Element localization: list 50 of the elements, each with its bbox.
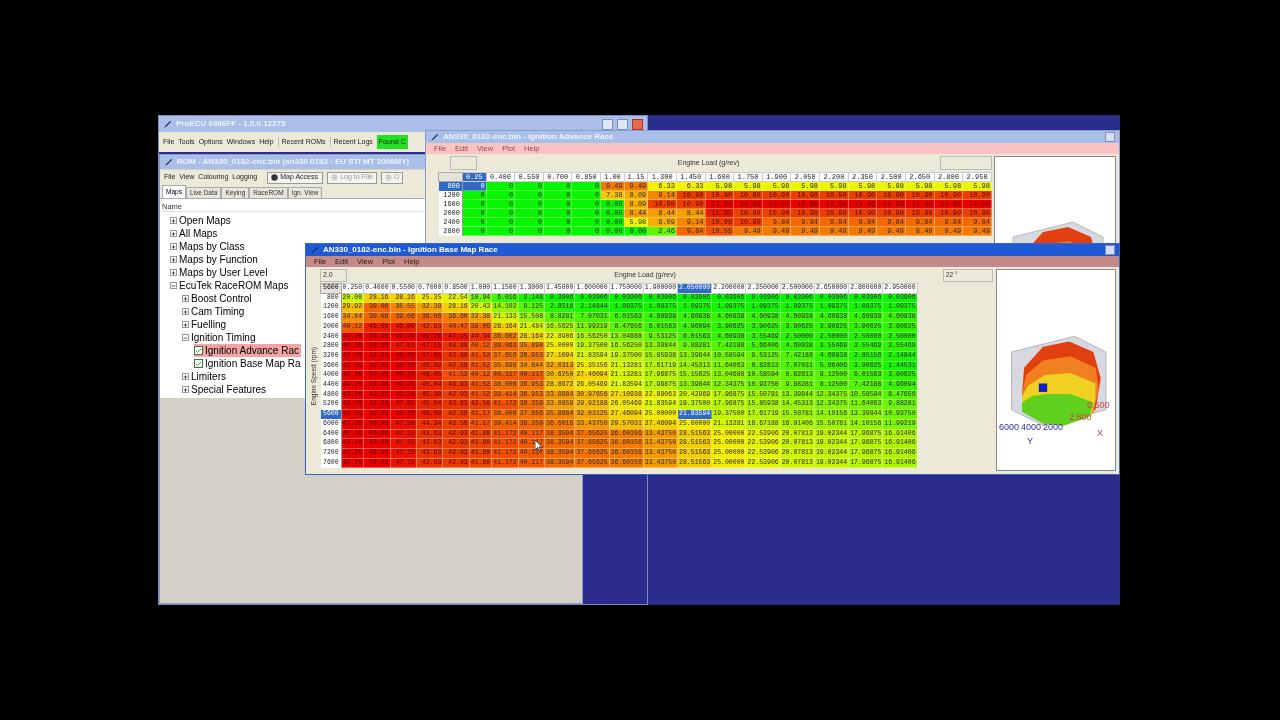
expand-icon[interactable] bbox=[182, 386, 189, 393]
maximize-button[interactable] bbox=[617, 118, 628, 130]
window-title: ProECU 6986FF - 1.0.0.12275 bbox=[176, 118, 286, 130]
axis-title: X bbox=[1097, 428, 1103, 438]
checkbox[interactable] bbox=[194, 346, 203, 355]
pen-icon bbox=[310, 245, 319, 255]
expand-icon[interactable] bbox=[182, 373, 189, 380]
input-field[interactable] bbox=[450, 156, 477, 170]
expand-icon[interactable] bbox=[170, 269, 177, 276]
input-field[interactable] bbox=[940, 156, 992, 170]
tree-item[interactable]: Maps by User Level bbox=[170, 266, 270, 279]
corner-cell bbox=[438, 172, 463, 182]
pen-icon bbox=[430, 132, 439, 142]
tree-item[interactable]: Boost Control bbox=[182, 292, 254, 305]
tree-item[interactable]: Maps by Class bbox=[170, 240, 247, 253]
axis-tick-label: 2000 bbox=[1043, 422, 1064, 432]
gear-icon bbox=[331, 174, 339, 181]
tree-item[interactable]: Ignition Timing bbox=[182, 331, 258, 344]
collapse-icon[interactable] bbox=[170, 282, 177, 289]
minimize-button[interactable] bbox=[602, 118, 613, 130]
expand-icon[interactable] bbox=[170, 243, 177, 250]
window-title: ROM - AN330_0182-enc.bin (an330 0182 - EU STI MT 2008MY) bbox=[177, 156, 410, 168]
expand-icon[interactable] bbox=[182, 321, 189, 328]
checkbox[interactable] bbox=[194, 359, 203, 368]
pen-icon bbox=[163, 119, 172, 129]
expand-icon[interactable] bbox=[170, 217, 177, 224]
collapse-icon[interactable] bbox=[182, 334, 189, 341]
tree-item[interactable]: Maps by Function bbox=[170, 253, 260, 266]
record-icon bbox=[271, 174, 279, 181]
axis-tick-label: 4000 bbox=[1021, 422, 1042, 432]
tree-item[interactable]: Special Features bbox=[182, 383, 269, 396]
expand-icon[interactable] bbox=[182, 295, 189, 302]
close-button[interactable] bbox=[632, 118, 643, 130]
tree-item[interactable]: Open Maps bbox=[170, 214, 233, 227]
window-title: AN330_0182-enc.bin - Ignition Base Map Race bbox=[323, 244, 498, 256]
axis-tick-label: 6000 bbox=[999, 422, 1020, 432]
window-title: AN330_0182-enc.bin - Ignition Advance Race bbox=[443, 131, 614, 143]
tree-item[interactable]: Fuelling bbox=[182, 318, 229, 331]
tree-item[interactable]: Ignition Base Map Ra bbox=[194, 357, 303, 370]
pen-icon bbox=[164, 157, 173, 167]
expand-icon[interactable] bbox=[170, 256, 177, 263]
tree-item[interactable]: Ignition Advance Rac bbox=[194, 344, 301, 357]
tree-item[interactable]: Cam Timing bbox=[182, 305, 247, 318]
tree-item[interactable]: All Maps bbox=[170, 227, 220, 240]
expand-icon[interactable] bbox=[170, 230, 177, 237]
tree-item[interactable]: Limiters bbox=[182, 370, 228, 383]
gear-icon bbox=[384, 174, 392, 181]
axis-title: Y bbox=[1027, 436, 1033, 446]
expand-icon[interactable] bbox=[182, 308, 189, 315]
tree-item[interactable]: EcuTek RaceROM Maps bbox=[170, 279, 291, 292]
